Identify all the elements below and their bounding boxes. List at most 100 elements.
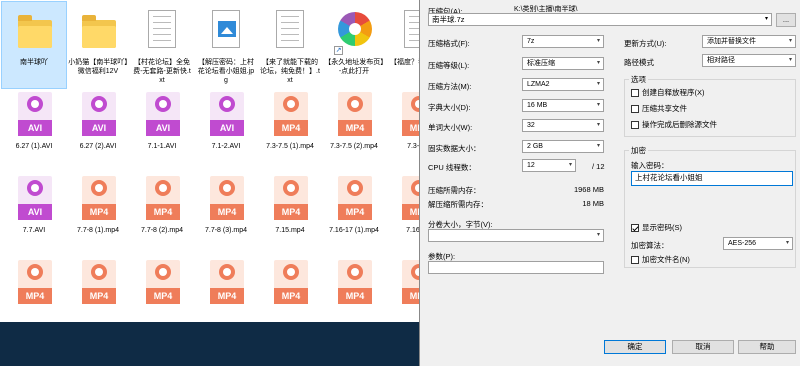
file-tile[interactable]: AVI 7.1-2.AVI: [194, 86, 258, 172]
split-select[interactable]: ▾: [428, 229, 604, 242]
shared-files-label: 压缩共享文件: [642, 104, 687, 113]
file-tile[interactable]: MP4: [194, 254, 258, 322]
avi-file-icon: AVI: [14, 92, 54, 140]
mp4-file-icon: MP4: [334, 260, 374, 308]
params-input[interactable]: [428, 261, 604, 274]
file-tile[interactable]: 【解压密码：上村花论坛看小姐姐.jpg: [194, 2, 258, 88]
update-label: 更新方式(U):: [624, 39, 667, 48]
checkbox-icon: [631, 89, 639, 98]
format-select[interactable]: 7z ▾: [522, 35, 604, 48]
file-tile[interactable]: MP4 7.3-7.5 (1).mp4: [258, 86, 322, 172]
mp4-file-icon: MP4: [398, 260, 420, 308]
method-value: LZMA2: [527, 81, 550, 88]
file-tile[interactable]: MP4 7.16-17: [386, 170, 420, 256]
file-tile[interactable]: MP4 7.7-8 (1).mp4: [66, 170, 130, 256]
file-tile[interactable]: AVI 7.7.AVI: [2, 170, 66, 256]
word-select[interactable]: 32 ▾: [522, 119, 604, 132]
file-tile[interactable]: 南半球吖: [1, 1, 67, 89]
options-title: 选项: [629, 74, 648, 85]
ok-button[interactable]: 确定: [604, 340, 666, 354]
file-tile[interactable]: MP4: [66, 254, 130, 322]
pathmode-value: 相对路径: [707, 57, 735, 64]
method-label: 压缩方法(M):: [428, 82, 472, 91]
archive-shortcut-icon: ↗: [334, 8, 374, 56]
update-select[interactable]: 添加并替换文件 ▾: [702, 35, 796, 48]
encrypt-method-select[interactable]: AES-256 ▾: [723, 237, 793, 250]
folder-icon: [78, 8, 118, 56]
file-tile[interactable]: AVI 6.27 (2).AVI: [66, 86, 130, 172]
pathmode-select[interactable]: 相对路径 ▾: [702, 54, 796, 67]
delete-after-label: 操作完成后删除源文件: [642, 120, 717, 129]
level-select[interactable]: 标准压缩 ▾: [522, 57, 604, 70]
file-tile[interactable]: MP4 7.16-17 (1).mp4: [322, 170, 386, 256]
mem-decomp-label: 解压缩所需内存：: [428, 200, 488, 209]
file-name: 7.7-8 (3).mp4: [204, 227, 248, 234]
file-tile[interactable]: MP4 7.15.mp4: [258, 170, 322, 256]
file-tile[interactable]: MP4: [130, 254, 194, 322]
encryption-title: 加密: [629, 145, 648, 156]
file-tile[interactable]: ↗ 【永久地址发布页】-点此打开: [322, 2, 386, 88]
file-tile[interactable]: AVI 7.1-1.AVI: [130, 86, 194, 172]
file-tile[interactable]: MP4 7.7-8 (3).mp4: [194, 170, 258, 256]
level-value: 标准压缩: [527, 60, 555, 67]
file-tile[interactable]: 小奶猫【南半球吖】微信福利12V: [66, 2, 130, 88]
options-group: 选项 创建自释放程序(X) 压缩共享文件 操作完成后删除源文件: [624, 74, 796, 137]
file-name: 7.3-7.5: [407, 143, 420, 150]
cancel-button[interactable]: 取消: [672, 340, 734, 354]
chevron-down-icon: ▾: [596, 143, 600, 149]
delete-after-checkbox[interactable]: 操作完成后删除源文件: [631, 120, 717, 130]
file-name: 7.16-17 (1).mp4: [329, 227, 379, 234]
file-tile[interactable]: MP4 7.3-7.5: [386, 86, 420, 172]
solid-select[interactable]: 2 GB ▾: [522, 140, 604, 153]
password-input[interactable]: 上村花论坛看小姐姐: [631, 171, 793, 186]
word-value: 32: [527, 122, 535, 129]
file-tile[interactable]: 【村花论坛】全免费-无套路-更新快.txt: [130, 2, 194, 88]
file-tile[interactable]: MP4: [386, 254, 420, 322]
text-file-icon: [398, 8, 420, 56]
file-name: 6.27 (1).AVI: [15, 143, 53, 150]
archive-name-value: 南半球.7z: [432, 15, 465, 24]
file-name: 7.7-8 (1).mp4: [76, 227, 120, 234]
password-label: 输入密码：: [631, 161, 669, 170]
file-tile[interactable]: MP4: [2, 254, 66, 322]
file-name: 7.7-8 (2).mp4: [140, 227, 184, 234]
mem-comp-value: 1968 MB: [573, 185, 604, 194]
text-file-icon: [142, 8, 182, 56]
method-select[interactable]: LZMA2 ▾: [522, 78, 604, 91]
solid-value: 2 GB: [527, 143, 543, 150]
encrypt-names-checkbox[interactable]: 加密文件名(N): [631, 255, 690, 265]
file-tile[interactable]: AVI 6.27 (1).AVI: [2, 86, 66, 172]
file-tile[interactable]: 【福度？看人工为: [386, 2, 420, 88]
file-tile[interactable]: 【来了就能下载的论坛，纯免费！】.txt: [258, 2, 322, 88]
file-tile[interactable]: MP4 7.3-7.5 (2).mp4: [322, 86, 386, 172]
mp4-file-icon: MP4: [398, 176, 420, 224]
file-name: 7.7.AVI: [22, 227, 46, 234]
file-name: 7.1-2.AVI: [211, 143, 241, 150]
file-name: 小奶猫【南半球吖】微信福利12V: [68, 59, 128, 75]
show-password-checkbox[interactable]: 显示密码(S): [631, 223, 682, 233]
chevron-down-icon: ▾: [596, 60, 600, 66]
browse-button[interactable]: ...: [776, 13, 796, 27]
dict-label: 字典大小(D):: [428, 103, 471, 112]
threads-value: 12: [527, 162, 535, 169]
archive-name-input[interactable]: 南半球.7z ▾: [428, 13, 772, 26]
help-button[interactable]: 帮助: [738, 340, 796, 354]
dict-select[interactable]: 16 MB ▾: [522, 99, 604, 112]
shared-files-checkbox[interactable]: 压缩共享文件: [631, 104, 687, 114]
threads-label: CPU 线程数：: [428, 163, 476, 172]
add-to-archive-dialog: 压缩包(A): K:\类别\主播\南半球\ 南半球.7z ▾ ... 压缩格式(F…: [419, 0, 800, 366]
file-name: 【来了就能下载的论坛，纯免费！】.txt: [260, 59, 320, 84]
pathmode-label: 路径模式: [624, 58, 654, 67]
file-name: 南半球吖: [20, 59, 48, 66]
file-name: 【村花论坛】全免费-无套路-更新快.txt: [133, 59, 191, 84]
level-label: 压缩等级(L):: [428, 61, 470, 70]
file-tile[interactable]: MP4: [322, 254, 386, 322]
threads-select[interactable]: 12 ▾: [522, 159, 576, 172]
sfx-checkbox[interactable]: 创建自释放程序(X): [631, 88, 705, 98]
file-tile[interactable]: MP4 7.7-8 (2).mp4: [130, 170, 194, 256]
encrypt-names-label: 加密文件名(N): [642, 255, 690, 264]
file-tile[interactable]: MP4: [258, 254, 322, 322]
file-name: 7.1-1.AVI: [147, 143, 177, 150]
avi-file-icon: AVI: [14, 176, 54, 224]
mp4-file-icon: MP4: [206, 260, 246, 308]
